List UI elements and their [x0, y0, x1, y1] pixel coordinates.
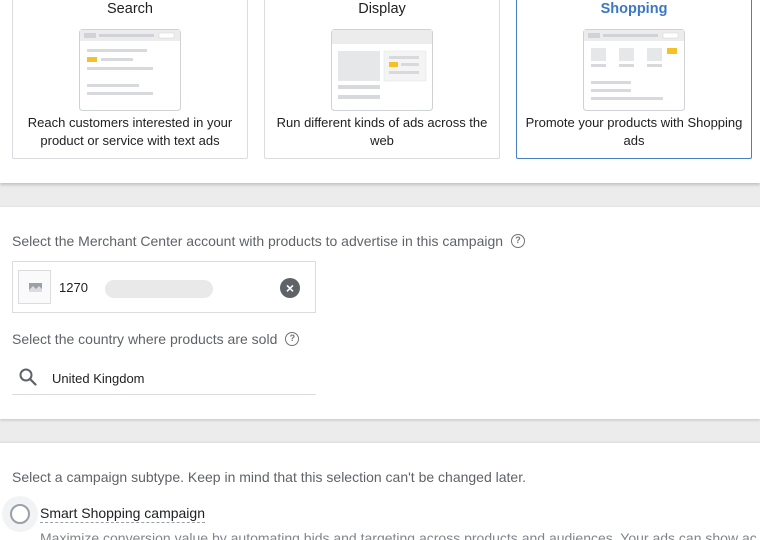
card-description: Promote your products with Shopping ads	[525, 115, 743, 148]
merchant-account-chip[interactable]: 1270 ×	[12, 261, 316, 313]
merchant-account-label: Select the Merchant Center account with …	[12, 233, 526, 249]
campaign-type-card-display[interactable]: Display Run different kinds of ads acros…	[264, 0, 500, 159]
display-ad-illustration-icon	[331, 29, 433, 111]
merchant-account-thumbnail	[18, 270, 51, 304]
smart-shopping-option-description: Maximize conversion value by automating …	[40, 530, 757, 540]
page: Search Reach customers interested in you…	[0, 0, 760, 540]
image-placeholder-icon	[29, 283, 42, 292]
merchant-account-id: 1270	[59, 280, 88, 295]
search-icon	[19, 368, 37, 386]
campaign-subtype-section: Select a campaign subtype. Keep in mind …	[0, 443, 760, 540]
card-title: Search	[107, 1, 153, 17]
campaign-type-section: Search Reach customers interested in you…	[0, 0, 760, 183]
smart-shopping-option-label[interactable]: Smart Shopping campaign	[40, 505, 205, 523]
search-ad-illustration-icon	[79, 29, 181, 111]
country-input[interactable]: United Kingdom	[12, 362, 316, 395]
card-description: Reach customers interested in your produ…	[27, 115, 233, 148]
card-description: Run different kinds of ads across the we…	[276, 115, 488, 148]
merchant-account-label-text: Select the Merchant Center account with …	[12, 233, 504, 249]
country-label-text: Select the country where products are so…	[12, 331, 278, 347]
merchant-center-section: Select the Merchant Center account with …	[0, 207, 760, 419]
subtype-label: Select a campaign subtype. Keep in mind …	[12, 469, 526, 485]
shopping-ad-illustration-icon	[583, 29, 685, 111]
help-icon[interactable]: ?	[511, 234, 526, 248]
campaign-type-card-search[interactable]: Search Reach customers interested in you…	[12, 0, 248, 159]
help-icon[interactable]: ?	[285, 332, 300, 346]
card-title: Display	[358, 1, 406, 17]
smart-shopping-radio[interactable]	[10, 504, 30, 524]
country-value: United Kingdom	[52, 371, 145, 386]
redacted-account-name	[105, 280, 213, 298]
campaign-type-card-shopping[interactable]: Shopping Promote your products with Shop…	[516, 0, 752, 159]
close-circle-icon[interactable]: ×	[280, 278, 300, 298]
card-title: Shopping	[600, 1, 668, 17]
country-label: Select the country where products are so…	[12, 331, 300, 347]
